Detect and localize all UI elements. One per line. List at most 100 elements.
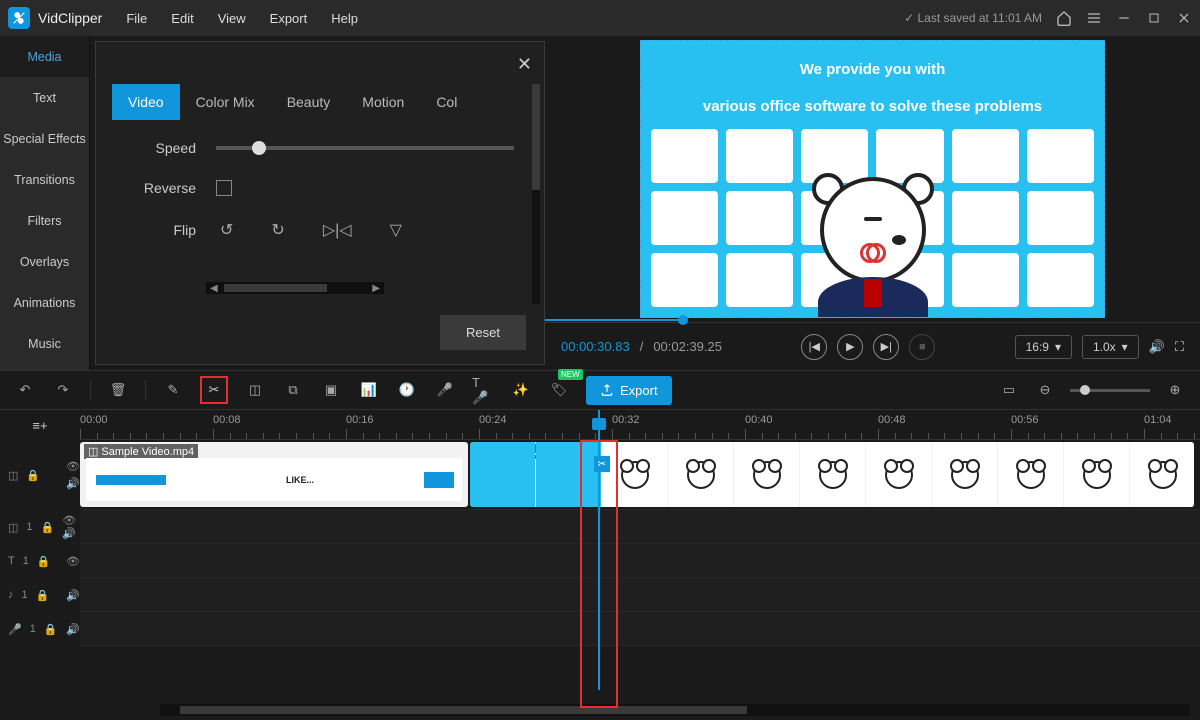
- delete-icon[interactable]: 🗑: [107, 379, 129, 401]
- minimize-icon[interactable]: [1116, 10, 1132, 26]
- zoom-out-icon[interactable]: ⊖: [1034, 379, 1056, 401]
- tab-video[interactable]: Video: [112, 84, 180, 120]
- panel-horizontal-scrollbar[interactable]: ◀▶: [206, 282, 384, 294]
- app-logo: [8, 7, 30, 29]
- timeline-ruler[interactable]: 00:0000:0800:1600:2400:3200:4000:4800:56…: [80, 410, 1200, 440]
- volume-icon[interactable]: 🔊: [1149, 339, 1165, 355]
- sidebar-item-music[interactable]: Music: [0, 323, 89, 364]
- menu-help[interactable]: Help: [331, 11, 358, 26]
- panel-close-icon[interactable]: ✕: [517, 54, 532, 75]
- sidebar-item-animations[interactable]: Animations: [0, 282, 89, 323]
- sidebar-item-filters[interactable]: Filters: [0, 200, 89, 241]
- hamburger-icon[interactable]: [1086, 10, 1102, 26]
- playback-speed-select[interactable]: 1.0x▾: [1082, 335, 1139, 359]
- maximize-icon[interactable]: [1146, 10, 1162, 26]
- clip-2[interactable]: ◫ Sample Video.mp4: [470, 442, 1194, 507]
- home-icon[interactable]: [1056, 10, 1072, 26]
- timeline: ≡+ ◫ 🔒 👁🔊 ◫ 1 🔒👁 🔊 T 1 🔒👁 ♪ 1 🔒🔊 🎤 1 🔒🔊 …: [0, 410, 1200, 720]
- text-track-head[interactable]: T 1 🔒👁: [0, 544, 80, 578]
- sidebar-item-media[interactable]: Media: [0, 36, 89, 77]
- preview-headline-2: various office software to solve these p…: [641, 98, 1104, 115]
- preview-canvas[interactable]: We provide you with various office softw…: [640, 40, 1105, 318]
- redo-icon[interactable]: ↷: [52, 379, 74, 401]
- zoom-slider[interactable]: [1070, 389, 1150, 392]
- tab-color-mix[interactable]: Color Mix: [180, 84, 271, 120]
- export-button[interactable]: Export: [586, 376, 672, 405]
- safe-zone-icon[interactable]: ▭: [998, 379, 1020, 401]
- preview-progress[interactable]: [545, 319, 683, 321]
- next-frame-button[interactable]: ▶|: [873, 334, 899, 360]
- voice-track[interactable]: [80, 612, 1200, 646]
- audio-track[interactable]: [80, 578, 1200, 612]
- panel-vertical-scrollbar[interactable]: [532, 84, 540, 304]
- rotate-cw-icon[interactable]: ↻: [271, 220, 284, 240]
- overlay-track-head[interactable]: ◫ 1 🔒👁 🔊: [0, 510, 80, 544]
- app-title: VidClipper: [38, 10, 102, 26]
- time-current: 00:00:30.83: [561, 339, 630, 354]
- video-track[interactable]: ◫ Sample Video.mp4 LIKE... ◫ Sample Vide…: [80, 440, 1200, 510]
- panel-tabs: Video Color Mix Beauty Motion Col: [112, 84, 528, 120]
- audio-track-head[interactable]: ♪ 1 🔒🔊: [0, 578, 80, 612]
- voice-track-head[interactable]: 🎤 1 🔒🔊: [0, 612, 80, 646]
- title-bar: VidClipper File Edit View Export Help ✓ …: [0, 0, 1200, 36]
- playhead[interactable]: [598, 410, 600, 690]
- sidebar-item-text[interactable]: Text: [0, 77, 89, 118]
- speed-label: Speed: [126, 140, 216, 156]
- tts-icon[interactable]: T🎤: [472, 379, 494, 401]
- copy-icon[interactable]: ⧉: [282, 379, 304, 401]
- reverse-checkbox[interactable]: [216, 180, 232, 196]
- add-track-button[interactable]: ≡+: [0, 410, 80, 440]
- timeline-toolbar: ↶ ↷ 🗑 ✎ ✂ ◫ ⧉ ▣ 📊 🕐 🎤 T🎤 ✨ 🏷 Export ▭ ⊖ …: [0, 370, 1200, 410]
- split-marker-icon[interactable]: ✂: [594, 456, 610, 472]
- preview-headline-1: We provide you with: [641, 61, 1104, 78]
- text-track[interactable]: [80, 544, 1200, 578]
- sidebar: Media Text Special Effects Transitions F…: [0, 36, 90, 370]
- tab-col[interactable]: Col: [420, 84, 473, 120]
- clip-1[interactable]: ◫ Sample Video.mp4 LIKE...: [80, 442, 468, 507]
- flip-vertical-icon[interactable]: ▽: [390, 220, 402, 240]
- rotate-ccw-icon[interactable]: ↺: [220, 220, 233, 240]
- menu-export[interactable]: Export: [270, 11, 308, 26]
- prev-frame-button[interactable]: |◀: [801, 334, 827, 360]
- reverse-label: Reverse: [126, 180, 216, 196]
- close-icon[interactable]: [1176, 10, 1192, 26]
- fullscreen-icon[interactable]: ⛶: [1175, 339, 1184, 355]
- undo-icon[interactable]: ↶: [14, 379, 36, 401]
- timeline-scrollbar[interactable]: [160, 704, 1190, 716]
- play-button[interactable]: ▶: [837, 334, 863, 360]
- effects-icon[interactable]: ✨: [510, 379, 532, 401]
- menu-file[interactable]: File: [126, 11, 147, 26]
- tag-icon[interactable]: 🏷: [548, 379, 570, 401]
- menu-edit[interactable]: Edit: [171, 11, 193, 26]
- crop-icon[interactable]: ◫: [244, 379, 266, 401]
- aspect-ratio-select[interactable]: 16:9▾: [1015, 335, 1072, 359]
- lock-icon[interactable]: 🔒: [26, 469, 40, 482]
- sidebar-item-special-effects[interactable]: Special Effects: [0, 118, 89, 159]
- overlay-track[interactable]: [80, 510, 1200, 544]
- bear-mascot: [798, 177, 948, 318]
- pip-icon[interactable]: ▣: [320, 379, 342, 401]
- mute-icon[interactable]: 🔊: [66, 477, 80, 490]
- flip-label: Flip: [126, 222, 216, 238]
- split-button[interactable]: ✂: [200, 376, 228, 404]
- menu-view[interactable]: View: [218, 11, 246, 26]
- speed-slider[interactable]: [216, 146, 514, 150]
- tab-motion[interactable]: Motion: [346, 84, 420, 120]
- zoom-in-icon[interactable]: ⊕: [1164, 379, 1186, 401]
- stop-button[interactable]: ■: [909, 334, 935, 360]
- flip-horizontal-icon[interactable]: ▷|◁: [323, 220, 352, 240]
- sidebar-item-overlays[interactable]: Overlays: [0, 241, 89, 282]
- properties-panel: ✕ Video Color Mix Beauty Motion Col Spee…: [95, 41, 545, 365]
- edit-icon[interactable]: ✎: [162, 379, 184, 401]
- sidebar-item-transitions[interactable]: Transitions: [0, 159, 89, 200]
- last-saved: ✓ Last saved at 11:01 AM: [904, 11, 1042, 25]
- reset-button[interactable]: Reset: [440, 315, 526, 350]
- preview-pane: We provide you with various office softw…: [545, 36, 1200, 370]
- chart-icon[interactable]: 📊: [358, 379, 380, 401]
- tab-beauty[interactable]: Beauty: [271, 84, 347, 120]
- mic-icon[interactable]: 🎤: [434, 379, 456, 401]
- video-track-head[interactable]: ◫ 🔒 👁🔊: [0, 440, 80, 510]
- eye-icon[interactable]: 👁: [66, 460, 80, 473]
- time-total: 00:02:39.25: [653, 339, 722, 354]
- time-icon[interactable]: 🕐: [396, 379, 418, 401]
